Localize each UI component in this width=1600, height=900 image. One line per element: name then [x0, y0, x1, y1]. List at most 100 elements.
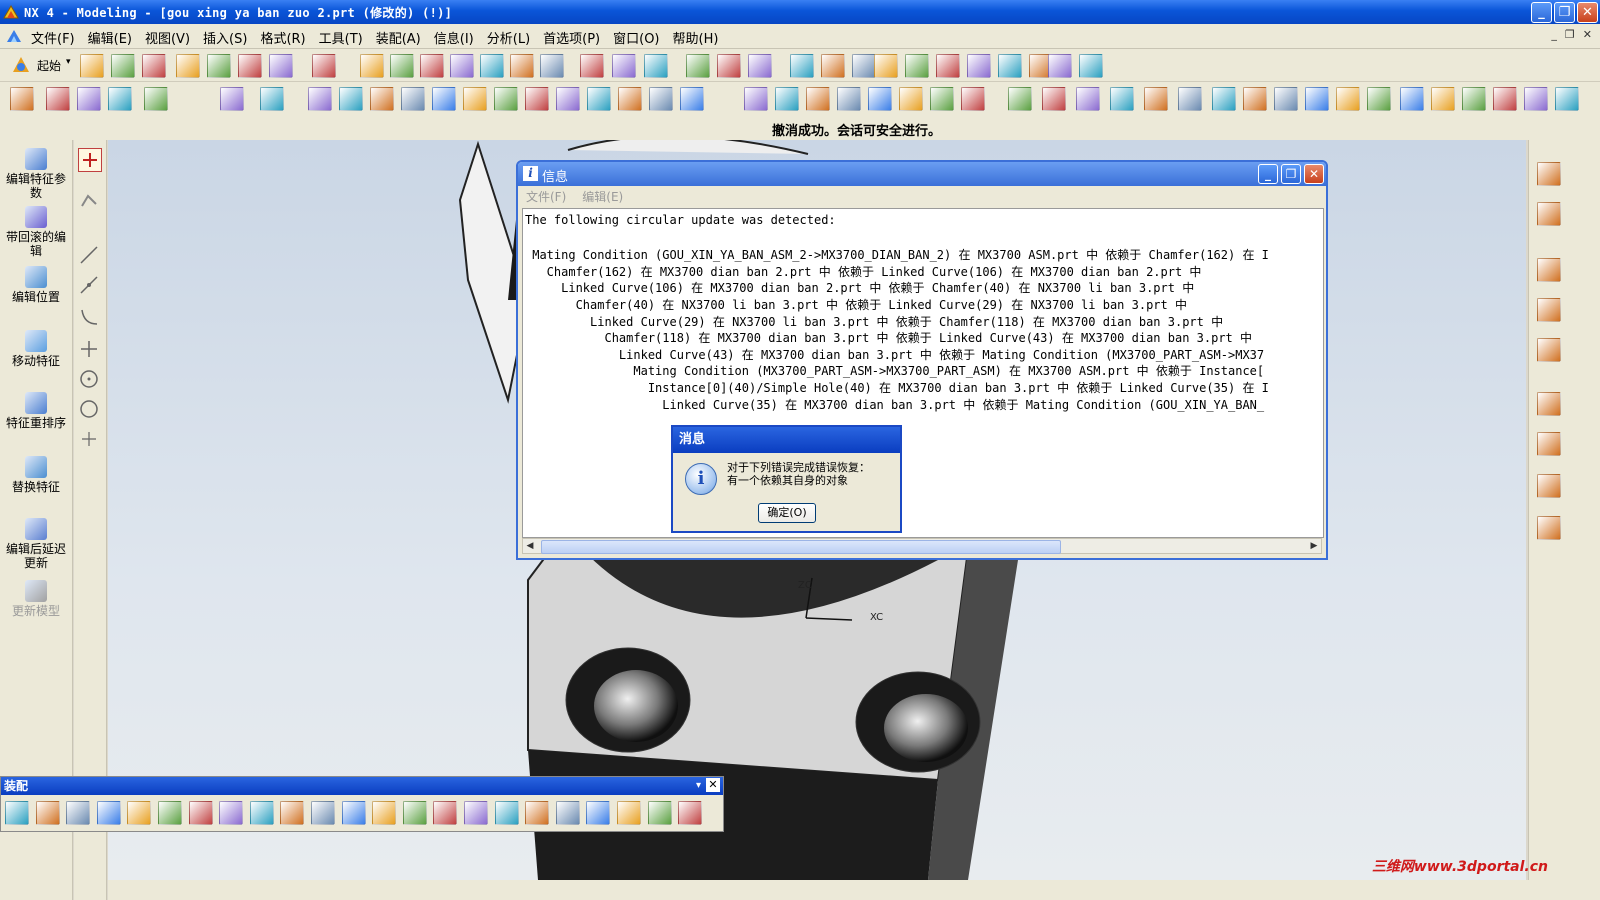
view-tool-icon[interactable] [420, 54, 444, 78]
assembly-tool-icon[interactable] [280, 801, 305, 825]
assembly-tool-icon[interactable] [249, 801, 274, 825]
render-tool-icon[interactable] [580, 54, 604, 78]
select-tool-icon[interactable] [312, 54, 336, 78]
surface-tool-icon[interactable] [868, 87, 892, 111]
circle-center-icon[interactable] [78, 368, 100, 390]
feature-tool-icon[interactable] [618, 87, 642, 111]
measure-tool-icon[interactable] [1079, 54, 1103, 78]
synchronous-tool-icon[interactable] [1431, 87, 1455, 111]
panel-item-7[interactable]: 更新模型 [4, 580, 68, 618]
assembly-tool-icon[interactable] [586, 801, 611, 825]
file-tool-icon[interactable] [111, 54, 135, 78]
assembly-tool-icon[interactable] [311, 801, 335, 825]
start-button[interactable]: 起始 [37, 57, 61, 74]
panel-item-4[interactable]: 特征重排序 [4, 392, 68, 430]
assembly-tool-icon[interactable] [341, 801, 366, 825]
view-tool-icon[interactable] [480, 54, 504, 78]
surface-tool-icon[interactable] [744, 87, 768, 111]
menu-item-2[interactable]: 视图(V) [140, 28, 198, 47]
freeform-tool-icon[interactable] [1336, 87, 1360, 111]
feature-tool-icon[interactable] [525, 87, 549, 111]
assembly-tool-icon[interactable] [35, 801, 60, 825]
feature-tool-icon[interactable] [649, 87, 673, 111]
grouped-tools-icon[interactable] [78, 190, 100, 212]
menu-item-5[interactable]: 工具(T) [314, 28, 371, 47]
view-tool-icon[interactable] [450, 54, 474, 78]
document-icon[interactable] [6, 28, 22, 44]
resource-tab-8-icon[interactable] [1537, 516, 1561, 540]
scroll-thumb[interactable] [541, 540, 1061, 554]
curve-tool-icon[interactable] [1144, 87, 1168, 111]
toolbar-options-icon[interactable]: ▾ [696, 777, 701, 795]
mdi-close-button[interactable]: ✕ [1583, 28, 1592, 41]
synchronous-tool-icon[interactable] [1462, 87, 1486, 111]
start-icon[interactable] [10, 54, 32, 76]
mdi-minimize-button[interactable]: _ [1551, 28, 1557, 41]
info-close-button[interactable]: ✕ [1304, 164, 1324, 184]
menu-item-0[interactable]: 文件(F) [26, 28, 83, 47]
feature-tool-icon[interactable] [432, 87, 456, 111]
panel-item-2[interactable]: 编辑位置 [4, 266, 68, 304]
assembly-tool-icon[interactable] [525, 801, 550, 825]
line-icon[interactable] [78, 244, 100, 266]
menu-item-9[interactable]: 首选项(P) [538, 28, 608, 47]
menu-item-7[interactable]: 信息(I) [429, 28, 482, 47]
sketch-tool-icon[interactable] [77, 87, 101, 111]
boolean-tool-icon[interactable] [220, 87, 244, 111]
assembly-tool-icon[interactable] [66, 801, 91, 825]
render-tool-icon[interactable] [644, 54, 668, 78]
assembly-tool-icon[interactable] [494, 801, 519, 825]
render-tool-icon[interactable] [612, 54, 636, 78]
synchronous-tool-icon[interactable] [1555, 87, 1579, 111]
feature-tool-icon[interactable] [587, 87, 611, 111]
resource-tab-1-icon[interactable] [1537, 202, 1561, 226]
block-tool-icon[interactable] [144, 87, 168, 111]
view-tool-icon[interactable] [360, 54, 384, 78]
snap-point-icon[interactable] [78, 148, 102, 172]
menu-item-10[interactable]: 窗口(O) [608, 28, 667, 47]
assembly-tool-icon[interactable] [127, 801, 152, 825]
snap-tool-icon[interactable] [967, 54, 991, 78]
assembly-tool-icon[interactable] [402, 801, 427, 825]
info-minimize-button[interactable]: _ [1258, 164, 1278, 184]
resource-tab-3-icon[interactable] [1537, 298, 1561, 322]
view-tool-icon[interactable] [540, 54, 564, 78]
assembly-tool-icon[interactable] [158, 801, 182, 825]
surface-tool-icon[interactable] [930, 87, 954, 111]
panel-item-1[interactable]: 带回滚的编辑 [4, 206, 68, 258]
synchronous-tool-icon[interactable] [1493, 87, 1517, 111]
navigator-tool-icon[interactable] [10, 87, 34, 111]
resource-tab-2-icon[interactable] [1537, 258, 1561, 282]
feature-tool-icon[interactable] [370, 87, 394, 111]
synchronous-tool-icon[interactable] [1524, 87, 1548, 111]
layer-tool-icon[interactable] [717, 54, 741, 78]
circle-icon[interactable] [78, 398, 100, 420]
menu-item-3[interactable]: 插入(S) [198, 28, 255, 47]
edit-tool-icon[interactable] [207, 54, 231, 78]
panel-item-6[interactable]: 编辑后延迟更新 [4, 518, 68, 570]
info-text-area[interactable]: The following circular update was detect… [522, 208, 1324, 538]
freeform-tool-icon[interactable] [1274, 87, 1298, 111]
crosshair-icon[interactable] [78, 338, 100, 360]
assembly-tool-icon[interactable] [555, 801, 580, 825]
curve-tool-icon[interactable] [1110, 87, 1134, 111]
layer-tool-icon[interactable] [686, 54, 710, 78]
assembly-tool-icon[interactable] [464, 801, 488, 825]
feature-tool-icon[interactable] [339, 87, 363, 111]
info-maximize-button[interactable]: ❐ [1281, 164, 1301, 184]
curve-tool-icon[interactable] [1042, 87, 1066, 111]
freeform-tool-icon[interactable] [1212, 87, 1236, 111]
surface-tool-icon[interactable] [899, 87, 923, 111]
feature-tool-icon[interactable] [680, 87, 704, 111]
menu-item-8[interactable]: 分析(L) [482, 28, 538, 47]
synchronous-tool-icon[interactable] [1400, 87, 1424, 111]
sketch-tool-icon[interactable] [108, 87, 132, 111]
panel-item-3[interactable]: 移动特征 [4, 330, 68, 368]
assembly-tool-icon[interactable] [433, 801, 458, 825]
edit-tool-icon[interactable] [269, 54, 293, 78]
resource-tab-4-icon[interactable] [1537, 338, 1561, 362]
layer-tool-icon[interactable] [748, 54, 772, 78]
information-window[interactable]: i 信息 _ ❐ ✕ 文件(F) 编辑(E) The following cir… [516, 160, 1328, 560]
assembly-tool-icon[interactable] [188, 801, 213, 825]
resource-tab-5-icon[interactable] [1537, 392, 1561, 416]
